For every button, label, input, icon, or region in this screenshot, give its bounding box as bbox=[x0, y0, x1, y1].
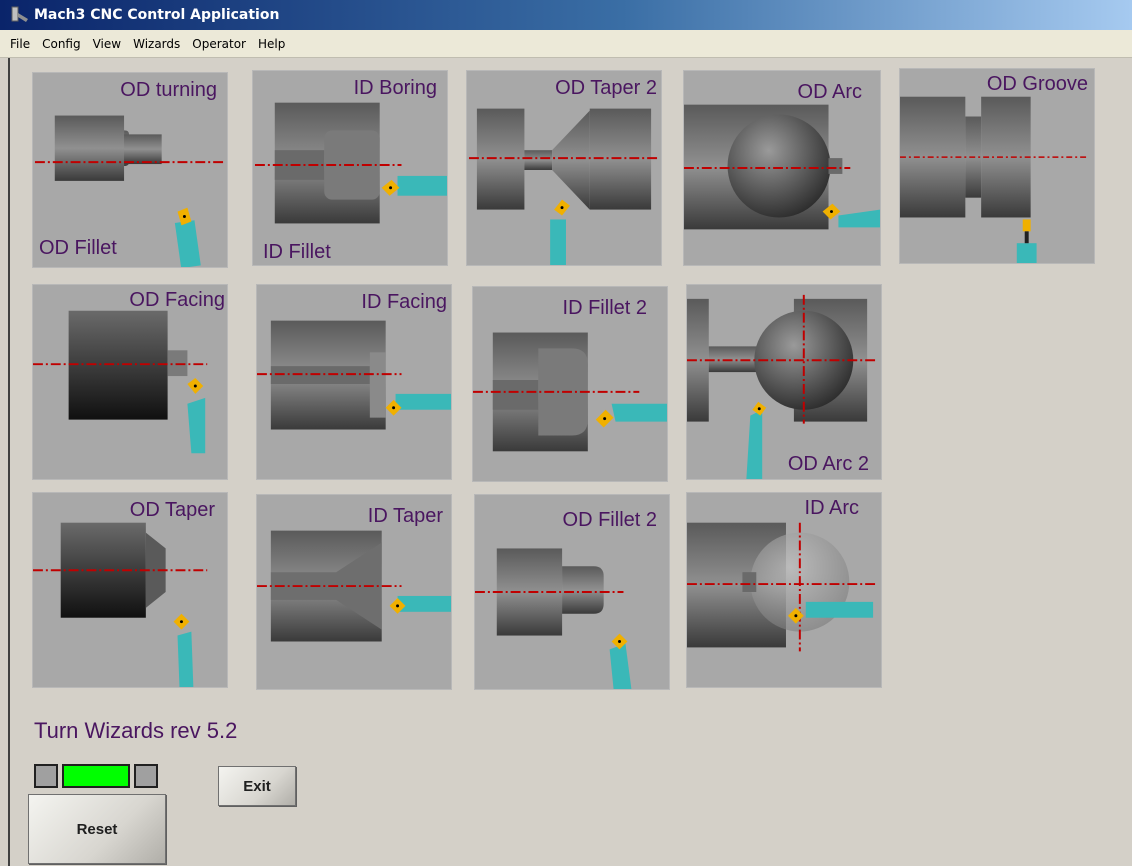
tile-id-taper[interactable]: ID Taper bbox=[256, 494, 452, 690]
tile-label-id-fillet: ID Fillet bbox=[263, 241, 331, 263]
tile-od-facing[interactable]: OD Facing bbox=[32, 284, 228, 480]
tile-od-groove[interactable]: OD Groove bbox=[899, 68, 1095, 264]
tile-od-arc[interactable]: OD Arc bbox=[683, 70, 881, 266]
tile-label-od-arc-2: OD Arc 2 bbox=[787, 453, 869, 475]
menu-bar: File Config View Wizards Operator Help bbox=[0, 30, 1132, 58]
menu-view[interactable]: View bbox=[93, 37, 121, 51]
wizard-panel: OD turning OD Fillet ID Boring ID Fillet… bbox=[8, 58, 1132, 866]
tile-label-od-fillet: OD Fillet bbox=[39, 237, 117, 259]
menu-config[interactable]: Config bbox=[42, 37, 81, 51]
id-boring-graphic bbox=[254, 102, 447, 224]
tile-od-taper[interactable]: OD Taper bbox=[32, 492, 228, 688]
tile-od-taper-2[interactable]: OD Taper 2 bbox=[466, 70, 662, 266]
status-led-center bbox=[62, 764, 130, 788]
od-taper-graphic bbox=[33, 522, 208, 687]
window-title: Mach3 CNC Control Application bbox=[34, 7, 280, 23]
tile-label-id-fillet-2: ID Fillet 2 bbox=[562, 297, 647, 319]
tile-label-od-facing: OD Facing bbox=[129, 289, 225, 311]
menu-operator[interactable]: Operator bbox=[192, 37, 246, 51]
status-led-left bbox=[34, 764, 58, 788]
status-led-right bbox=[134, 764, 158, 788]
menu-file[interactable]: File bbox=[10, 37, 30, 51]
tile-label-id-arc: ID Arc bbox=[804, 497, 859, 519]
od-taper-2-graphic bbox=[468, 108, 660, 265]
reset-button[interactable]: Reset bbox=[28, 794, 166, 864]
tile-label-id-facing: ID Facing bbox=[361, 291, 447, 313]
tile-label-od-taper: OD Taper bbox=[129, 499, 215, 521]
menu-wizards[interactable]: Wizards bbox=[133, 37, 180, 51]
tile-label-od-fillet-2: OD Fillet 2 bbox=[562, 509, 657, 531]
od-facing-graphic bbox=[33, 310, 208, 454]
tile-label-od-taper-2: OD Taper 2 bbox=[555, 77, 657, 99]
tile-od-fillet-2[interactable]: OD Fillet 2 bbox=[474, 494, 670, 690]
od-arc-2-graphic bbox=[687, 294, 876, 479]
tile-label-od-turning: OD turning bbox=[120, 79, 217, 101]
title-bar: Mach3 CNC Control Application bbox=[0, 0, 1132, 30]
tile-id-arc[interactable]: ID Arc bbox=[686, 492, 882, 688]
tile-od-arc-2[interactable]: OD Arc 2 bbox=[686, 284, 882, 480]
menu-help[interactable]: Help bbox=[258, 37, 285, 51]
tile-label-od-arc: OD Arc bbox=[797, 81, 862, 103]
tile-label-id-boring: ID Boring bbox=[353, 77, 437, 99]
tile-label-od-groove: OD Groove bbox=[986, 73, 1088, 95]
exit-button[interactable]: Exit bbox=[218, 766, 296, 806]
id-arc-graphic bbox=[687, 522, 876, 652]
revision-label: Turn Wizards rev 5.2 bbox=[34, 718, 238, 743]
tile-id-boring[interactable]: ID Boring ID Fillet bbox=[252, 70, 448, 266]
tile-label-id-taper: ID Taper bbox=[367, 505, 443, 527]
mach3-app-icon bbox=[11, 6, 28, 22]
tile-id-facing[interactable]: ID Facing bbox=[256, 284, 452, 480]
id-facing-graphic bbox=[257, 320, 451, 430]
tile-od-turning[interactable]: OD turning OD Fillet bbox=[32, 72, 228, 268]
od-groove-graphic bbox=[900, 96, 1089, 263]
tile-id-fillet-2[interactable]: ID Fillet 2 bbox=[472, 286, 668, 482]
